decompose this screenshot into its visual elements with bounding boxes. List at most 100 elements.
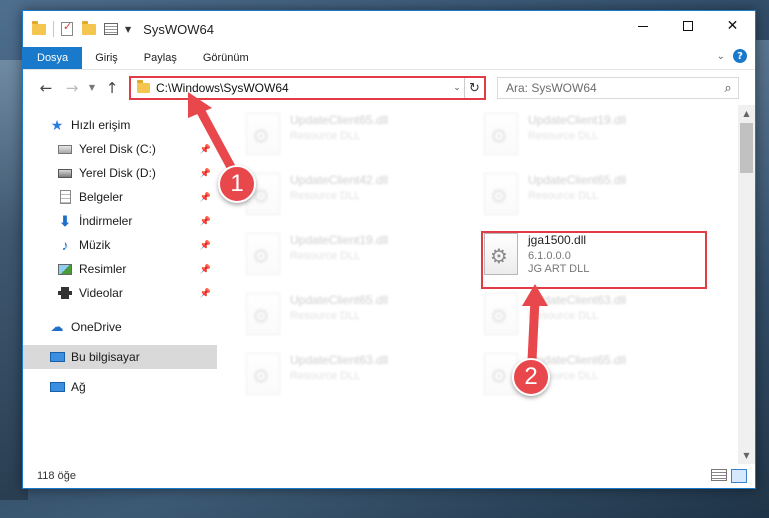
maximize-icon bbox=[682, 21, 693, 31]
file-name: UpdateClient42.dll bbox=[290, 173, 389, 187]
arrow-left-icon: ← bbox=[39, 78, 53, 97]
file-name: UpdateClient65.dll bbox=[290, 113, 389, 127]
minimize-button[interactable] bbox=[620, 11, 665, 41]
file-tile[interactable]: ⚙ UpdateClient65.dll Resource DLL bbox=[484, 169, 704, 219]
search-input[interactable]: Ara: SysWOW64 ⌕ bbox=[497, 77, 739, 99]
close-icon: ✕ bbox=[726, 18, 739, 34]
pin-icon[interactable]: 📌 bbox=[200, 144, 211, 155]
file-type: Resource DLL bbox=[290, 130, 361, 142]
file-tile[interactable]: ⚙ UpdateClient63.dll Resource DLL bbox=[246, 349, 466, 399]
view-switcher bbox=[711, 469, 747, 483]
sidebar-item-videos[interactable]: Videolar 📌 bbox=[23, 281, 217, 305]
file-name: UpdateClient65.dll bbox=[290, 293, 389, 307]
dll-file-icon: ⚙ bbox=[484, 173, 518, 215]
properties-check-icon[interactable] bbox=[59, 20, 75, 37]
help-icon[interactable]: ? bbox=[733, 49, 747, 63]
computer-icon bbox=[49, 349, 65, 365]
forward-button[interactable]: → bbox=[59, 77, 85, 99]
dll-file-icon: ⚙ bbox=[246, 353, 280, 395]
sidebar-item-local-disk-c[interactable]: Yerel Disk (C:) 📌 bbox=[23, 137, 217, 161]
pin-icon[interactable]: 📌 bbox=[200, 168, 211, 179]
file-tile[interactable]: ⚙ UpdateClient19.dll Resource DLL bbox=[484, 109, 704, 159]
tab-file[interactable]: Dosya bbox=[23, 47, 83, 69]
file-highlight-box bbox=[481, 231, 707, 289]
search-icon[interactable]: ⌕ bbox=[718, 81, 738, 96]
file-tile[interactable]: ⚙ UpdateClient65.dll Resource DLL bbox=[246, 289, 466, 339]
up-button[interactable]: ↑ bbox=[99, 77, 125, 99]
address-row: ← → ▼ ↑ C:\Windows\SysWOW64 ⌄ ↻ Ara: Sys… bbox=[23, 69, 755, 105]
sidebar-item-quick-access[interactable]: ★ Hızlı erişim bbox=[23, 113, 217, 137]
tab-home[interactable]: Giriş bbox=[82, 47, 131, 69]
arrow-up-icon: ↑ bbox=[105, 78, 119, 97]
file-tile[interactable]: ⚙ UpdateClient63.dll Resource DLL bbox=[484, 289, 704, 339]
file-name: UpdateClient65.dll bbox=[528, 173, 627, 187]
pin-icon[interactable]: 📌 bbox=[200, 216, 211, 227]
search-placeholder: Ara: SysWOW64 bbox=[506, 81, 597, 95]
minimize-icon bbox=[637, 25, 648, 27]
sidebar-item-documents[interactable]: Belgeler 📌 bbox=[23, 185, 217, 209]
file-type: Resource DLL bbox=[290, 250, 361, 262]
tab-share[interactable]: Paylaş bbox=[131, 47, 190, 69]
sidebar-item-local-disk-d[interactable]: Yerel Disk (D:) 📌 bbox=[23, 161, 217, 185]
sidebar-item-label: Hızlı erişim bbox=[71, 118, 131, 132]
ribbon-tabs: Dosya Giriş Paylaş Görünüm ⌄ ? bbox=[23, 47, 755, 69]
dll-file-icon: ⚙ bbox=[484, 293, 518, 335]
scroll-thumb[interactable] bbox=[740, 123, 753, 173]
sidebar-item-music[interactable]: ♪ Müzik 📌 bbox=[23, 233, 217, 257]
scroll-up-icon[interactable]: ▲ bbox=[738, 105, 755, 122]
item-count: 118 öğe bbox=[37, 470, 76, 482]
drive-icon bbox=[57, 141, 73, 157]
sidebar-item-label: Yerel Disk (D:) bbox=[79, 166, 156, 180]
window-controls: ✕ bbox=[620, 11, 755, 41]
address-bar[interactable]: C:\Windows\SysWOW64 ⌄ ↻ bbox=[129, 76, 486, 100]
file-type: Resource DLL bbox=[528, 310, 599, 322]
address-path[interactable]: C:\Windows\SysWOW64 bbox=[156, 81, 450, 95]
refresh-icon[interactable]: ↻ bbox=[464, 78, 484, 98]
music-icon: ♪ bbox=[61, 237, 69, 253]
expand-ribbon-icon[interactable]: ⌄ bbox=[717, 51, 725, 62]
scroll-down-icon[interactable]: ▼ bbox=[738, 447, 755, 464]
step-2-badge: 2 bbox=[512, 358, 550, 396]
sidebar-item-downloads[interactable]: ⬇ İndirmeler 📌 bbox=[23, 209, 217, 233]
sidebar-item-this-pc[interactable]: Bu bilgisayar bbox=[23, 345, 217, 369]
star-icon: ★ bbox=[50, 116, 64, 133]
pin-icon[interactable]: 📌 bbox=[200, 264, 211, 275]
back-button[interactable]: ← bbox=[33, 77, 59, 99]
details-view-icon[interactable] bbox=[711, 469, 727, 481]
cloud-icon: ☁ bbox=[50, 319, 64, 334]
properties-icon[interactable] bbox=[103, 21, 119, 37]
sidebar-item-pictures[interactable]: Resimler 📌 bbox=[23, 257, 217, 281]
file-name: UpdateClient63.dll bbox=[528, 293, 627, 307]
recent-locations-button[interactable]: ▼ bbox=[85, 77, 99, 99]
sidebar-item-label: İndirmeler bbox=[79, 214, 133, 228]
file-type: Resource DLL bbox=[528, 130, 599, 142]
file-tile[interactable]: ⚙ UpdateClient19.dll Resource DLL bbox=[246, 229, 466, 279]
close-button[interactable]: ✕ bbox=[710, 11, 755, 41]
vertical-scrollbar[interactable]: ▲ ▼ bbox=[738, 105, 755, 464]
sidebar-item-label: Videolar bbox=[79, 286, 123, 300]
quick-access-dropdown-icon[interactable]: ▼ bbox=[125, 25, 131, 34]
folder-icon bbox=[137, 80, 150, 93]
new-folder-icon[interactable] bbox=[81, 20, 97, 37]
tiles-view-icon[interactable] bbox=[731, 469, 747, 483]
folder-icon bbox=[31, 20, 47, 37]
pin-icon[interactable]: 📌 bbox=[200, 240, 211, 251]
ribbon-right-controls: ⌄ ? bbox=[717, 49, 747, 63]
dll-file-icon: ⚙ bbox=[246, 113, 280, 155]
tab-view[interactable]: Görünüm bbox=[190, 47, 262, 69]
usb-drive-icon bbox=[57, 165, 73, 181]
file-tile[interactable]: ⚙ UpdateClient42.dll Resource DLL bbox=[246, 169, 466, 219]
maximize-button[interactable] bbox=[665, 11, 710, 41]
sidebar-item-network[interactable]: Ağ bbox=[23, 375, 217, 399]
pin-icon[interactable]: 📌 bbox=[200, 288, 211, 299]
sidebar-item-label: Bu bilgisayar bbox=[71, 350, 140, 364]
pin-icon[interactable]: 📌 bbox=[200, 192, 211, 203]
file-tile[interactable]: ⚙ UpdateClient65.dll Resource DLL bbox=[246, 109, 466, 159]
documents-icon bbox=[57, 189, 73, 205]
file-name: UpdateClient19.dll bbox=[290, 233, 389, 247]
sidebar-item-label: Resimler bbox=[79, 262, 127, 276]
sidebar-item-label: Yerel Disk (C:) bbox=[79, 142, 156, 156]
address-dropdown-icon[interactable]: ⌄ bbox=[450, 83, 464, 93]
file-type: Resource DLL bbox=[290, 370, 361, 382]
sidebar-item-onedrive[interactable]: ☁ OneDrive bbox=[23, 315, 217, 339]
